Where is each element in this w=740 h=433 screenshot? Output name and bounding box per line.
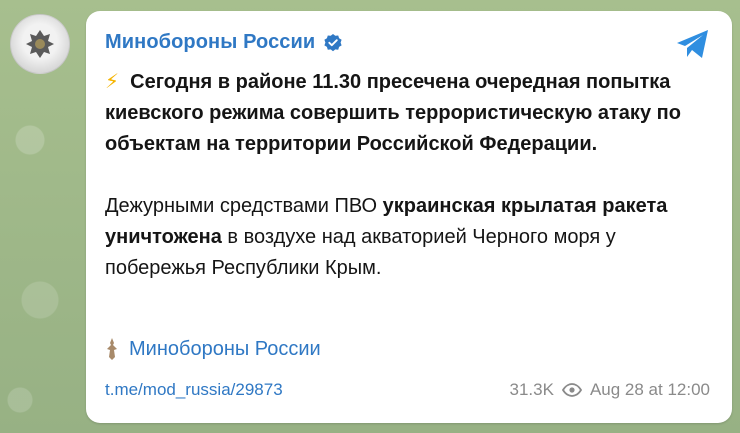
- verified-icon: [324, 33, 342, 51]
- post-link[interactable]: t.me/mod_russia/29873: [105, 380, 283, 400]
- body-paragraph: Дежурными средствами ПВО украинская крыл…: [105, 191, 715, 284]
- signature-label[interactable]: Минобороны России: [129, 338, 321, 361]
- signature: Минобороны России: [105, 337, 321, 361]
- channel-name[interactable]: Минобороны России: [105, 31, 315, 54]
- message-timestamp: Aug 28 at 12:00: [589, 380, 710, 399]
- message-bubble: Минобороны России ⚡ Сегодня в районе 11.…: [86, 11, 732, 423]
- message-meta: 31.3K Aug 28 at 12:00: [510, 380, 710, 400]
- lead-text: Сегодня в районе 11.30 пресечена очередн…: [105, 71, 681, 155]
- message-header: Минобороны России: [105, 31, 343, 54]
- body-text-1: Дежурными средствами ПВО: [105, 195, 383, 217]
- view-count: 31.3K: [509, 380, 554, 399]
- lightning-icon: ⚡: [105, 71, 120, 93]
- channel-avatar[interactable]: [10, 14, 70, 74]
- lead-paragraph: ⚡ Сегодня в районе 11.30 пресечена очере…: [105, 67, 715, 160]
- share-icon[interactable]: [674, 27, 712, 61]
- emblem-icon: [107, 338, 117, 360]
- emblem-icon: [26, 30, 54, 58]
- eye-icon: [561, 383, 582, 397]
- post-text: ⚡ Сегодня в районе 11.30 пресечена очере…: [105, 67, 715, 284]
